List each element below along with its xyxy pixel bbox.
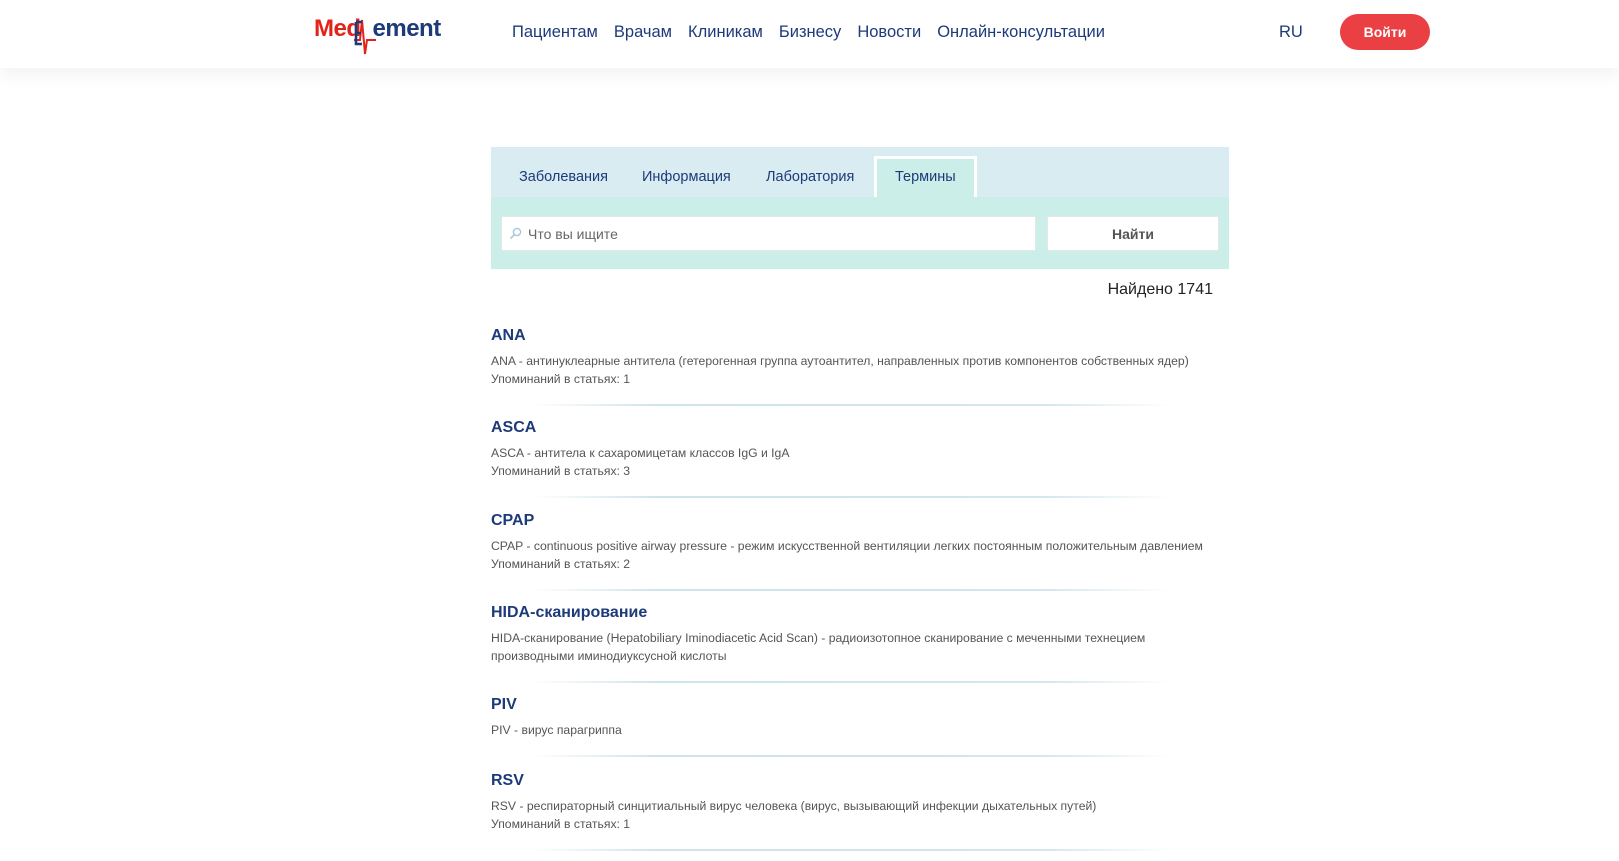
list-item: CPAP CPAP - continuous positive airway p… xyxy=(491,509,1211,601)
list-item: RSV RSV - респираторный синцитиальный ви… xyxy=(491,769,1211,861)
divider xyxy=(531,755,1171,757)
main-nav: Пациентам Врачам Клиникам Бизнесу Новост… xyxy=(512,20,1105,44)
divider xyxy=(531,681,1171,683)
search-icon xyxy=(509,227,522,240)
divider xyxy=(531,496,1171,498)
term-title[interactable]: CPAP xyxy=(491,509,1211,533)
tab-bar: Заболевания Информация Лаборатория Терми… xyxy=(491,147,1229,198)
header: Med ement Пациентам Врачам Клиникам Бизне… xyxy=(0,0,1619,68)
term-description: RSV - респираторный синцитиальный вирус … xyxy=(491,799,1097,813)
term-mentions: Упоминаний в статьях: 2 xyxy=(491,557,631,571)
ecg-icon xyxy=(354,19,376,55)
term-title[interactable]: PIV xyxy=(491,693,1211,717)
term-mentions: Упоминаний в статьях: 1 xyxy=(491,372,631,386)
tab-laboratory[interactable]: Лаборатория xyxy=(748,157,872,197)
nav-online-consultations[interactable]: Онлайн-консультации xyxy=(937,20,1105,44)
term-mentions: Упоминаний в статьях: 3 xyxy=(491,464,631,478)
term-description: ASCA - антитела к сахаромицетам классов … xyxy=(491,446,790,460)
term-description: CPAP - continuous positive airway pressu… xyxy=(491,539,1203,553)
term-description: HIDA-сканирование (Hepatobiliary Iminodi… xyxy=(491,631,1146,663)
term-title[interactable]: ANA xyxy=(491,324,1211,348)
divider xyxy=(531,589,1171,591)
results-count: Найдено 1741 xyxy=(1107,281,1213,298)
nav-business[interactable]: Бизнесу xyxy=(779,20,841,44)
language-switch[interactable]: RU xyxy=(1279,20,1303,44)
list-item: ANA ANA - антинуклеарные антитела (гетер… xyxy=(491,324,1211,416)
tab-terms[interactable]: Термины xyxy=(874,156,977,198)
tab-information[interactable]: Информация xyxy=(624,157,749,197)
nav-patients[interactable]: Пациентам xyxy=(512,20,598,44)
search-input[interactable] xyxy=(501,216,1036,251)
medelement-logo[interactable]: Med ement xyxy=(314,12,444,56)
term-title[interactable]: HIDA-сканирование xyxy=(491,601,1211,625)
term-mentions: Упоминаний в статьях: 1 xyxy=(491,817,631,831)
nav-doctors[interactable]: Врачам xyxy=(614,20,672,44)
login-button[interactable]: Войти xyxy=(1340,14,1430,50)
nav-news[interactable]: Новости xyxy=(857,20,921,44)
list-item: HIDA-сканирование HIDA-сканирование (Hep… xyxy=(491,601,1211,693)
divider xyxy=(531,849,1171,851)
term-title[interactable]: ASCA xyxy=(491,416,1211,440)
search-area: Найти xyxy=(491,197,1229,269)
tab-diseases[interactable]: Заболевания xyxy=(501,157,626,197)
nav-clinics[interactable]: Клиникам xyxy=(688,20,763,44)
term-description: PIV - вирус парагриппа xyxy=(491,723,622,737)
term-description: ANA - антинуклеарные антитела (гетероген… xyxy=(491,354,1189,368)
list-item: ASCA ASCA - антитела к сахаромицетам кла… xyxy=(491,416,1211,509)
term-title[interactable]: RSV xyxy=(491,769,1211,793)
list-item: PIV PIV - вирус парагриппа xyxy=(491,693,1211,769)
search-button[interactable]: Найти xyxy=(1047,216,1219,251)
results-list: ANA ANA - антинуклеарные антитела (гетер… xyxy=(491,324,1211,861)
search-panel: Заболевания Информация Лаборатория Терми… xyxy=(491,147,1229,269)
divider xyxy=(531,404,1171,406)
